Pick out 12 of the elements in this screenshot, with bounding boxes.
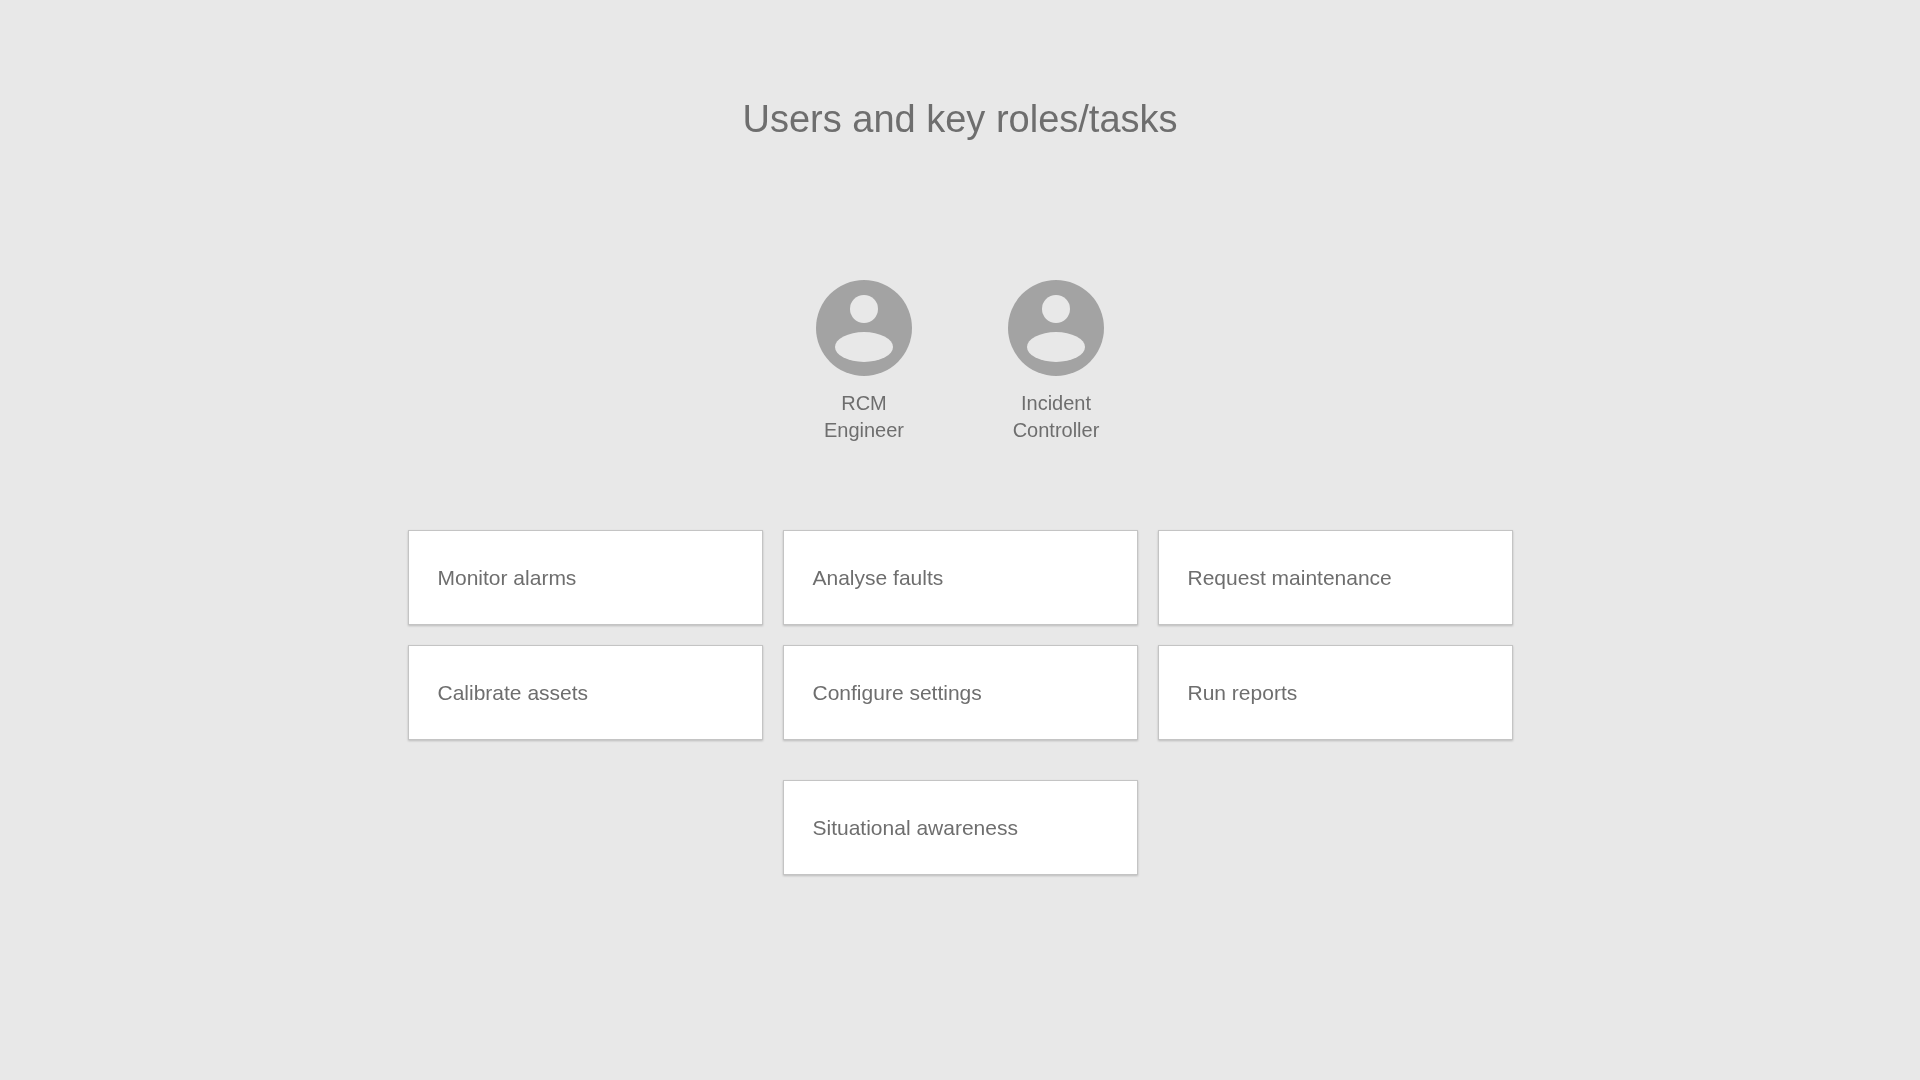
user-avatar-icon [1008,280,1104,376]
task-card: Analyse faults [782,530,1138,625]
user-avatar-icon [816,280,912,376]
task-card: Run reports [1157,645,1513,740]
task-card: Situational awareness [782,780,1138,875]
user-name: Incident Controller [1011,391,1101,443]
task-card: Calibrate assets [407,645,763,740]
page-title: Users and key roles/tasks [742,97,1178,142]
user-name: RCM Engineer [822,391,906,443]
task-card: Monitor alarms [407,530,763,625]
task-card: Request maintenance [1157,530,1513,625]
task-card: Configure settings [782,645,1138,740]
